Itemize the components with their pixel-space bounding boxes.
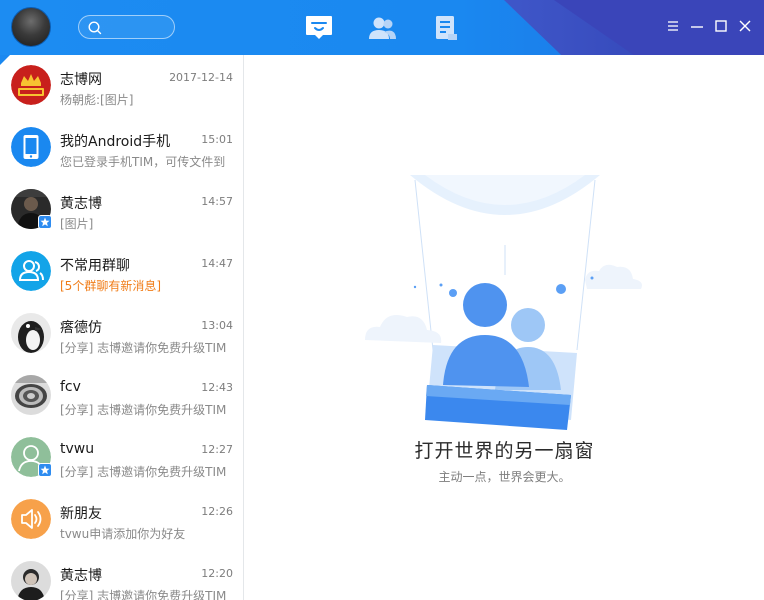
star-badge-icon xyxy=(38,463,52,477)
conversation-preview: 杨朝彪:[图片] xyxy=(60,93,134,107)
title-bar xyxy=(0,0,764,55)
conversation-time: 13:04 xyxy=(201,319,233,332)
conversation-item[interactable]: 黄志博 14:57 [图片] xyxy=(0,179,243,241)
hot-air-balloon-illustration xyxy=(365,175,642,430)
conversation-time: 14:57 xyxy=(201,195,233,208)
conversation-preview: [分享] 志博邀请你免费升级TIM xyxy=(60,465,227,479)
conversation-time: 12:43 xyxy=(201,381,233,394)
conversation-name: 新朋友 xyxy=(60,506,102,522)
conversation-time: 12:20 xyxy=(201,567,233,580)
group-icon xyxy=(11,251,51,291)
close-icon[interactable] xyxy=(737,18,753,34)
penguin-photo-avatar xyxy=(11,313,51,353)
conversation-name: tvwu xyxy=(60,441,95,457)
conversation-item[interactable]: fcv 12:43 [分享] 志博邀请你免费升级TIM xyxy=(0,365,243,427)
conversation-item[interactable]: 不常用群聊 14:47 [5个群聊有新消息] xyxy=(0,241,243,303)
conversation-item[interactable]: 黄志博 12:20 [分享] 志博邀请你免费升级TIM xyxy=(0,551,243,600)
phone-icon xyxy=(11,127,51,167)
conversation-name: 我的Android手机 xyxy=(60,134,171,150)
conversation-time: 12:26 xyxy=(201,505,233,518)
conversation-preview: [分享] 志博邀请你免费升级TIM xyxy=(60,403,227,417)
conversation-preview: 您已登录手机TIM，可传文件到 xyxy=(60,155,226,169)
conversation-name: 黄志博 xyxy=(60,568,102,584)
conversation-preview: [分享] 志博邀请你免费升级TIM xyxy=(60,589,227,600)
crown-logo-avatar xyxy=(11,65,51,105)
conversation-item[interactable]: 我的Android手机 15:01 您已登录手机TIM，可传文件到 xyxy=(0,117,243,179)
menu-icon[interactable] xyxy=(665,18,681,34)
minimize-icon[interactable] xyxy=(689,18,705,34)
conversation-preview: [分享] 志博邀请你免费升级TIM xyxy=(60,341,227,355)
person-photo-avatar xyxy=(11,561,51,600)
pinned-marker xyxy=(0,55,10,65)
conversation-name: 瘩德仿 xyxy=(60,320,102,336)
conversation-preview: tvwu申请添加你为好友 xyxy=(60,527,186,541)
document-icon[interactable] xyxy=(430,12,462,44)
conversation-item[interactable]: 新朋友 12:26 tvwu申请添加你为好友 xyxy=(0,489,243,551)
conversation-name: 不常用群聊 xyxy=(60,258,130,274)
conversation-time: 12:27 xyxy=(201,443,233,456)
contacts-icon[interactable] xyxy=(366,12,398,44)
search-input[interactable] xyxy=(107,18,169,36)
conversation-name: fcv xyxy=(60,379,81,395)
conversation-time: 14:47 xyxy=(201,257,233,270)
star-badge-icon xyxy=(38,215,52,229)
conversation-item[interactable]: 瘩德仿 13:04 [分享] 志博邀请你免费升级TIM xyxy=(0,303,243,365)
conversation-preview: [图片] xyxy=(60,217,94,231)
conversation-list[interactable]: 志博网 2017-12-14 杨朝彪:[图片] 我的Android手机 15:0… xyxy=(0,55,244,600)
maximize-icon[interactable] xyxy=(713,18,729,34)
conversation-item[interactable]: tvwu 12:27 [分享] 志博邀请你免费升级TIM xyxy=(0,427,243,489)
spiral-photo-avatar xyxy=(11,375,51,415)
conversation-name: 黄志博 xyxy=(60,196,102,212)
search-icon xyxy=(88,21,102,35)
conversation-time: 2017-12-14 xyxy=(169,71,233,84)
conversation-item[interactable]: 志博网 2017-12-14 杨朝彪:[图片] xyxy=(0,55,243,117)
speaker-icon xyxy=(11,499,51,539)
conversation-name: 志博网 xyxy=(60,72,102,88)
conversation-time: 15:01 xyxy=(201,133,233,146)
conversation-preview: [5个群聊有新消息] xyxy=(60,279,161,293)
search-box[interactable] xyxy=(78,15,175,39)
empty-state-title: 打开世界的另一扇窗 xyxy=(414,440,595,462)
chat-bubble-icon[interactable] xyxy=(303,12,335,44)
empty-state-subtitle: 主动一点，世界会更大。 xyxy=(438,470,571,484)
main-panel: 打开世界的另一扇窗 主动一点，世界会更大。 xyxy=(245,55,764,600)
my-avatar[interactable] xyxy=(11,7,51,47)
